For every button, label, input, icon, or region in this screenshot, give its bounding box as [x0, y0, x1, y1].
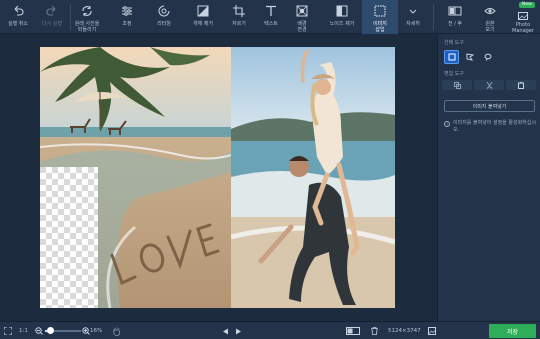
new-badge: New — [519, 2, 535, 8]
before-after-button[interactable]: 전 / 후 — [440, 0, 470, 34]
crop-icon — [231, 3, 247, 19]
photo-canvas[interactable] — [40, 47, 395, 308]
before-after-icon — [447, 3, 463, 19]
lasso-select-button[interactable] — [480, 50, 495, 64]
next-button[interactable] — [235, 325, 242, 337]
remove-object-button[interactable]: 개체 제거 — [186, 0, 220, 34]
previous-button[interactable] — [222, 325, 229, 337]
redo-button[interactable]: 다시 실행 — [36, 0, 68, 34]
polygon-select-button[interactable] — [462, 50, 477, 64]
change-bg-button[interactable]: 배경 변경 — [288, 0, 316, 34]
zoom-slider[interactable] — [45, 327, 81, 334]
lasso-icon — [484, 53, 491, 61]
text-button[interactable]: 텍스트 — [256, 0, 286, 34]
fit-screen-icon — [4, 327, 12, 335]
zoom-in-button[interactable] — [82, 325, 90, 337]
info-icon: i — [444, 121, 450, 127]
remove-object-icon — [195, 3, 211, 19]
paste-hint-text: 이미지를 붙여넣어 설정을 활성화하십시오. — [453, 120, 536, 133]
change-bg-icon — [294, 3, 310, 19]
polygon-lasso-icon — [466, 53, 474, 61]
image-insert-icon — [372, 3, 388, 19]
canvas-workspace — [0, 34, 437, 321]
chevron-down-icon — [405, 3, 421, 19]
retouch-icon — [156, 3, 172, 19]
hand-tool-button[interactable] — [113, 325, 121, 337]
edit-tools-heading: 편집 도구 — [444, 71, 464, 77]
undo-icon — [10, 3, 26, 19]
trash-icon — [371, 327, 378, 335]
redo-icon — [44, 3, 60, 19]
tool-panel: 선택 도구 편집 도구 이미지 붙여넣기 i 이미지를 붙여넣어 설정을 활성화… — [437, 34, 540, 321]
actual-size-button[interactable]: 1:1 — [19, 325, 28, 337]
delete-button[interactable] — [371, 325, 378, 337]
triangle-right-icon — [236, 328, 241, 334]
photo-manager-button[interactable]: New Photo Manager — [506, 0, 540, 34]
bottom-bar: 1:1 16% 5124×3747 저장 — [0, 321, 540, 339]
revert-icon — [79, 3, 95, 19]
cut-button[interactable] — [474, 80, 504, 90]
photo-manager-icon — [515, 9, 531, 22]
scissors-icon — [486, 81, 492, 89]
triangle-left-icon — [223, 328, 228, 334]
beach-love-image — [40, 47, 231, 308]
copy-icon — [453, 81, 461, 89]
more-button[interactable]: 자세히 — [400, 0, 426, 34]
zoom-in-icon — [82, 327, 90, 335]
hand-icon — [113, 327, 121, 336]
noise-icon — [334, 3, 350, 19]
remove-noise-button[interactable]: 노이즈 제거 — [322, 0, 362, 34]
zoom-out-icon — [35, 327, 43, 335]
paste-image-button[interactable]: 이미지 붙여넣기 — [444, 100, 535, 112]
zoom-slider-knob[interactable] — [47, 327, 55, 334]
image-info-icon — [428, 327, 436, 335]
save-button[interactable]: 저장 — [489, 324, 536, 338]
eye-icon — [482, 3, 498, 19]
compare-button[interactable] — [346, 325, 360, 337]
copy-button[interactable] — [442, 80, 472, 90]
adjust-icon — [119, 3, 135, 19]
retouch-button[interactable]: 리터칭 — [148, 0, 180, 34]
couple-beach-image — [231, 47, 395, 308]
image-insert-button[interactable]: 이미지 삽입 — [362, 0, 398, 34]
paste-icon — [517, 81, 524, 89]
rect-select-icon — [448, 53, 455, 61]
paste-button[interactable] — [506, 80, 536, 90]
zoom-level: 16% — [90, 328, 103, 334]
compare-icon — [346, 327, 360, 335]
toolbar-divider — [433, 4, 434, 30]
toolbar-divider — [70, 4, 71, 30]
zoom-out-button[interactable] — [35, 325, 43, 337]
adjust-button[interactable]: 조정 — [112, 0, 142, 34]
crop-button[interactable]: 자르기 — [224, 0, 254, 34]
top-toolbar: 실행 취소 다시 실행 원래 사진을 되돌리기 조정 리터칭 개체 제거 자르기… — [0, 0, 540, 34]
image-info-button[interactable] — [428, 325, 436, 337]
paste-hint: i 이미지를 붙여넣어 설정을 활성화하십시오. — [444, 120, 536, 134]
image-dimensions: 5124×3747 — [388, 328, 421, 334]
text-icon — [263, 3, 279, 19]
rect-select-button[interactable] — [444, 50, 459, 64]
undo-button[interactable]: 실행 취소 — [2, 0, 34, 34]
select-tools-heading: 선택 도구 — [444, 40, 464, 46]
view-original-button[interactable]: 원본 보기 — [476, 0, 504, 34]
revert-button[interactable]: 원래 사진을 되돌리기 — [72, 0, 102, 34]
fit-screen-button[interactable] — [4, 325, 12, 337]
